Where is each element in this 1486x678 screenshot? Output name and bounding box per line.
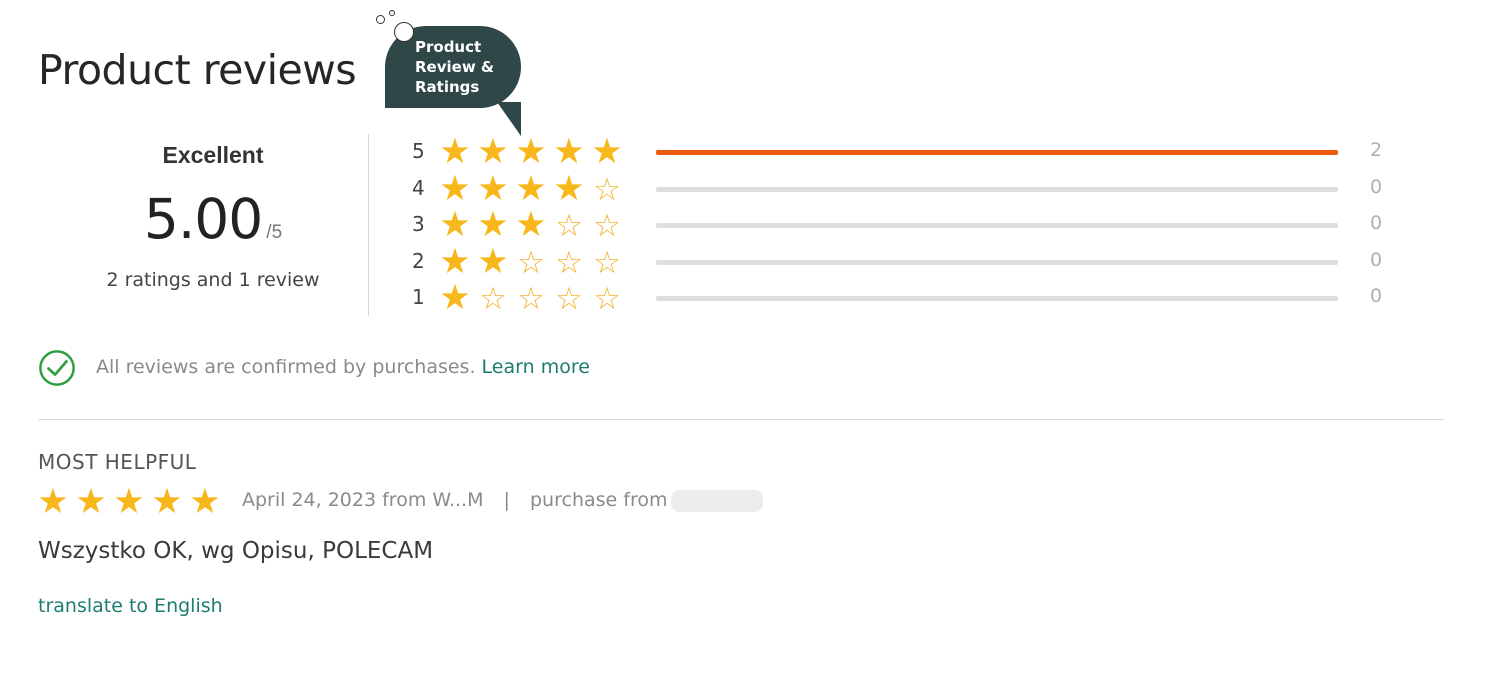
rating-row[interactable]: 1 ★ ☆ ☆ ☆ ☆ 0 [408,278,1388,317]
star-icon: ★ [75,482,107,521]
bubble-dot-icon [394,22,414,42]
star-icon: ★ [37,482,69,521]
purchase-label: purchase from [530,489,668,511]
callout-bubble-tail [497,102,521,136]
star-outline-icon: ☆ [593,281,621,316]
rating-bar-track [656,150,1338,155]
star-outline-icon: ☆ [517,281,545,316]
star-icon: ★ [189,482,221,521]
rating-row-stars: ★ ★ ★ ★ ☆ [436,168,626,208]
rating-bar-fill [656,150,1338,155]
meta-separator: | [503,489,510,511]
confirmation-text-line: All reviews are confirmed by purchases. … [96,356,590,378]
star-outline-icon: ☆ [517,244,545,280]
rating-row-label: 5 [412,139,425,163]
rating-row-count: 0 [1370,248,1383,271]
rating-verdict: Excellent [162,142,264,168]
star-icon: ★ [439,205,471,244]
rating-bar-track [656,259,1338,265]
translate-link[interactable]: translate to English [38,595,223,617]
score-line: 5.00/5 [60,187,366,251]
review-text: Wszystko OK, wg Opisu, POLECAM [38,538,434,564]
star-icon: ★ [477,132,509,171]
rating-row-count: 0 [1370,212,1383,234]
star-outline-icon: ☆ [479,281,507,316]
star-icon: ★ [515,205,547,244]
star-icon: ★ [439,168,471,208]
confirmation-text: All reviews are confirmed by purchases. [96,356,476,378]
score-max: /5 [266,222,283,243]
star-icon: ★ [439,241,471,281]
star-icon: ★ [515,168,547,208]
ratings-count: 2 ratings and 1 review [106,269,320,291]
rating-row-label: 1 [412,285,425,309]
star-icon: ★ [591,132,623,171]
rating-row-stars: ★ ★ ☆ ☆ ☆ [436,241,626,281]
star-icon: ★ [553,132,585,171]
star-icon: ★ [515,132,547,171]
rating-row-label: 3 [412,212,425,236]
star-outline-icon: ☆ [555,281,583,316]
learn-more-link[interactable]: Learn more [482,356,590,378]
section-divider [38,419,1444,420]
review-date-author: April 24, 2023 from W...M [242,489,484,511]
rating-bar-track [656,223,1338,228]
review-rating: ★ ★ ★ ★ ★ [34,484,224,520]
rating-row[interactable]: 3 ★ ★ ★ ☆ ☆ 0 [408,205,1388,244]
star-icon: ★ [477,241,509,281]
star-outline-icon: ☆ [593,244,621,280]
most-helpful-label: MOST HELPFUL [38,450,197,474]
rating-bar-track [656,296,1338,301]
rating-row-count: 0 [1370,285,1383,307]
rating-row-count: 2 [1370,139,1383,161]
page-title: Product reviews [38,46,357,94]
star-outline-icon: ☆ [593,208,621,243]
star-icon: ★ [151,482,183,521]
summary-divider [368,134,369,316]
average-score: 5.00 [143,187,263,251]
rating-row[interactable]: 5 ★ ★ ★ ★ ★ 2 [408,134,1388,170]
bubble-dot-icon [376,15,385,24]
star-icon: ★ [553,168,585,208]
star-icon: ★ [477,168,509,208]
rating-bar-track [656,186,1338,192]
rating-row-label: 4 [412,175,425,200]
star-outline-icon: ☆ [555,208,583,243]
rating-row-stars: ★ ☆ ☆ ☆ ☆ [436,278,626,317]
rating-row-label: 2 [412,248,425,273]
check-circle-icon [39,350,75,386]
review-meta: April 24, 2023 from W...M | purchase fro… [242,489,764,512]
star-icon: ★ [113,482,145,521]
rating-row[interactable]: 2 ★ ★ ☆ ☆ ☆ 0 [408,241,1388,281]
star-icon: ★ [439,278,471,317]
rating-summary: Excellent 5.00/5 2 ratings and 1 review [60,140,366,291]
rating-row[interactable]: 4 ★ ★ ★ ★ ☆ 0 [408,168,1388,208]
star-outline-icon: ☆ [593,171,621,207]
rating-row-stars: ★ ★ ★ ★ ★ [436,134,626,170]
redacted-store-name [671,489,764,512]
star-outline-icon: ☆ [555,244,583,280]
star-icon: ★ [477,205,509,244]
callout-bubble: Product Review & Ratings [372,8,532,138]
rating-row-count: 0 [1370,175,1383,198]
callout-text: Product Review & Ratings [415,38,494,96]
rating-row-stars: ★ ★ ★ ☆ ☆ [436,205,626,244]
bubble-dot-icon [389,10,395,16]
star-icon: ★ [439,132,471,171]
